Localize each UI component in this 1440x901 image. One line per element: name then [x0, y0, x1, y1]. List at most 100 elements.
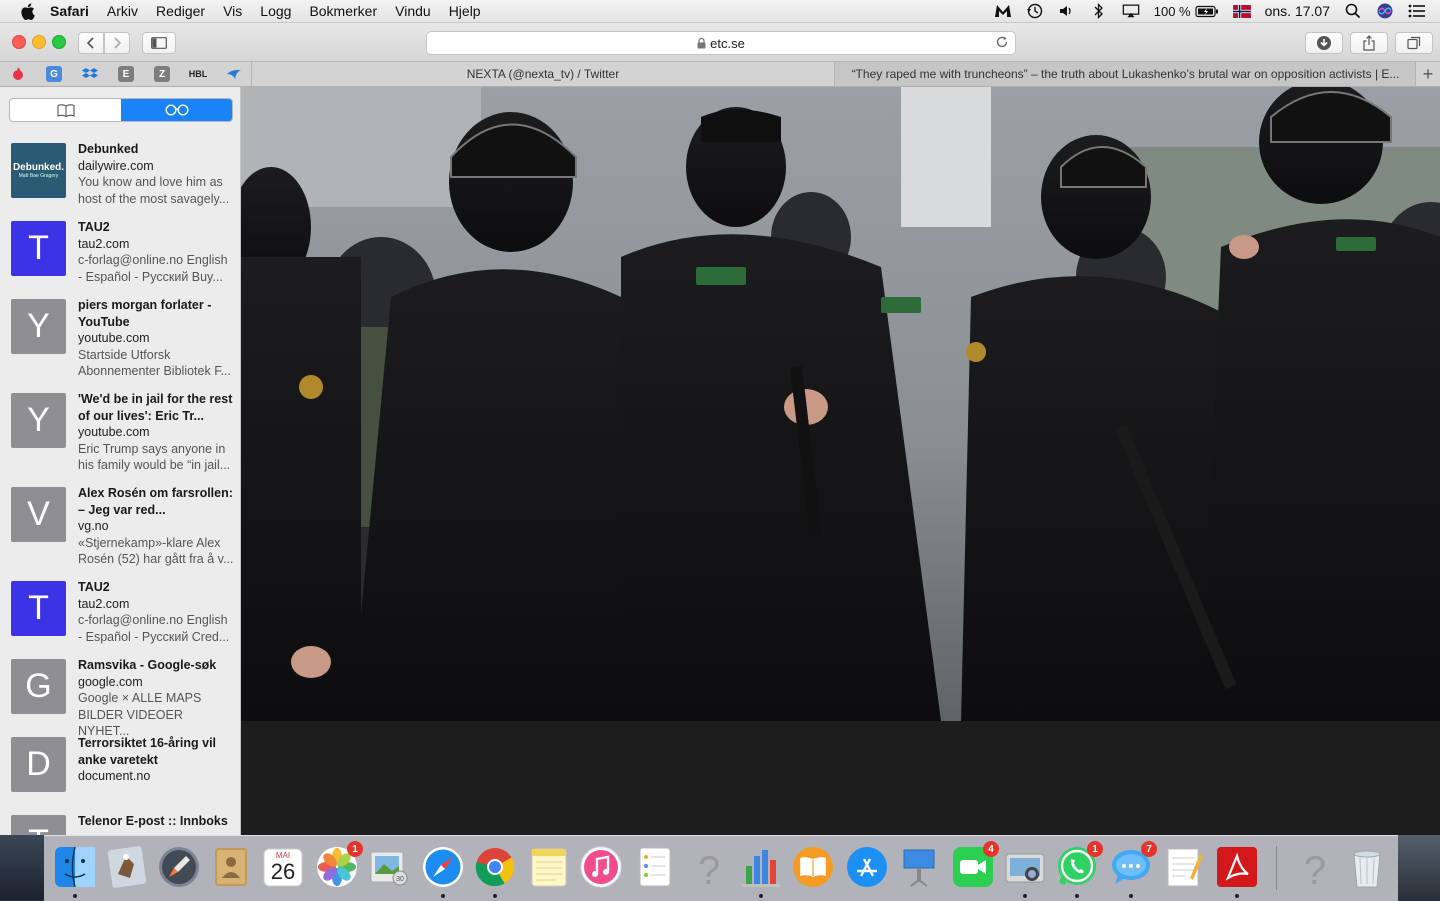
- messages-icon[interactable]: 7: [1108, 841, 1157, 890]
- tab-nexta-twitter[interactable]: NEXTA (@nexta_tv) / Twitter: [251, 62, 834, 86]
- bluetooth-icon[interactable]: [1090, 3, 1108, 19]
- tab-overview-button[interactable]: [1395, 32, 1433, 54]
- item-domain: youtube.com: [78, 425, 150, 439]
- menu-app-name[interactable]: Safari: [50, 3, 89, 19]
- calendar-icon[interactable]: MAI 26: [260, 844, 306, 890]
- facetime-icon[interactable]: 4: [950, 841, 999, 890]
- keynote-icon[interactable]: [896, 844, 942, 890]
- unknown-app-icon[interactable]: ?: [686, 844, 732, 893]
- preview-eagle-icon[interactable]: [104, 844, 150, 890]
- textedit-icon[interactable]: [1160, 844, 1206, 890]
- malwarebytes-icon[interactable]: [994, 3, 1012, 19]
- finder-icon[interactable]: [52, 844, 98, 890]
- menu-rediger[interactable]: Rediger: [156, 3, 205, 19]
- reading-list-tab[interactable]: [121, 99, 232, 121]
- downloads-button[interactable]: [1305, 32, 1343, 54]
- back-button[interactable]: [78, 32, 104, 54]
- reading-list-item[interactable]: V Alex Rosén om farsrollen: – Jeg var re…: [0, 483, 240, 577]
- running-indicator: [759, 894, 763, 898]
- running-indicator: [493, 894, 497, 898]
- ibooks-icon[interactable]: [790, 844, 836, 890]
- reading-list-item[interactable]: Y piers morgan forlater - YouTube youtub…: [0, 295, 240, 389]
- norway-flag-icon[interactable]: [1232, 3, 1251, 19]
- fullscreen-window-button[interactable]: [52, 35, 66, 49]
- reading-list-item[interactable]: T Telenor E-post :: Innboks: [0, 811, 240, 835]
- notes-icon[interactable]: [526, 844, 572, 890]
- photos-icon[interactable]: 1: [314, 841, 363, 890]
- favorite-translate-icon[interactable]: G: [46, 66, 62, 82]
- address-text: etc.se: [710, 35, 745, 51]
- new-tab-button[interactable]: +: [1415, 62, 1440, 86]
- item-thumbnail: T: [11, 815, 66, 835]
- running-indicator: [73, 894, 77, 898]
- dock: MAI 26 1 30 ? 4 1 7 ?: [44, 835, 1398, 901]
- reading-list-item[interactable]: D Terrorsiktet 16-åring vil anke varetek…: [0, 733, 240, 811]
- photo-caption-shade: [241, 721, 1440, 835]
- item-title: Telenor E-post :: Innboks: [78, 814, 228, 828]
- time-machine-icon[interactable]: [1026, 3, 1044, 19]
- reading-list-item[interactable]: T TAU2 tau2.com c-forlag@online.no Engli…: [0, 217, 240, 295]
- app-store-icon[interactable]: [844, 844, 890, 890]
- menu-vindu[interactable]: Vindu: [395, 3, 431, 19]
- favorite-bird-icon[interactable]: [226, 66, 242, 82]
- share-button[interactable]: [1350, 32, 1388, 54]
- forward-button[interactable]: [104, 32, 130, 54]
- chrome-icon[interactable]: [472, 844, 518, 890]
- safari-icon[interactable]: [420, 844, 466, 890]
- reminders-icon[interactable]: [632, 844, 678, 890]
- menu-arkiv[interactable]: Arkiv: [107, 3, 138, 19]
- item-description: c-forlag@online.no English - Español - Р…: [78, 613, 230, 644]
- address-bar[interactable]: etc.se: [426, 31, 1016, 55]
- tab-label: NEXTA (@nexta_tv) / Twitter: [466, 67, 620, 81]
- launchpad-icon[interactable]: [156, 844, 202, 890]
- minimize-window-button[interactable]: [32, 35, 46, 49]
- reading-list-item[interactable]: G Ramsvika - Google-søk google.com Googl…: [0, 655, 240, 738]
- numbers-icon[interactable]: [738, 844, 784, 890]
- item-title: Terrorsiktet 16-åring vil anke varetekt: [78, 736, 217, 767]
- acrobat-icon[interactable]: [1214, 844, 1260, 890]
- bookmarks-tab[interactable]: [10, 99, 121, 121]
- facetime-badge: 4: [983, 841, 999, 857]
- whatsapp-icon[interactable]: 1: [1054, 841, 1103, 890]
- airplay-icon[interactable]: [1122, 3, 1140, 19]
- menu-clock[interactable]: ons. 17.07: [1265, 3, 1330, 19]
- close-window-button[interactable]: [12, 35, 26, 49]
- favorite-flame-icon[interactable]: [10, 66, 26, 82]
- lock-icon: [697, 37, 706, 49]
- itunes-icon[interactable]: [578, 844, 624, 890]
- trash-icon[interactable]: [1344, 844, 1390, 890]
- menu-bokmerker[interactable]: Bokmerker: [309, 3, 377, 19]
- sidebar-toggle-button[interactable]: [142, 32, 176, 54]
- spotlight-search-icon[interactable]: [1344, 3, 1362, 19]
- preview-icon[interactable]: 30: [366, 844, 412, 890]
- menu-logg[interactable]: Logg: [260, 3, 291, 19]
- menu-vis[interactable]: Vis: [223, 3, 242, 19]
- tab-etc-article[interactable]: “They raped me with truncheons” – the tr…: [834, 62, 1416, 86]
- unknown-app-icon-2[interactable]: ?: [1292, 844, 1338, 893]
- item-thumbnail: Y: [11, 299, 66, 354]
- image-capture-icon[interactable]: [1002, 844, 1048, 890]
- menu-bar: Safari Arkiv Rediger Vis Logg Bokmerker …: [0, 0, 1440, 23]
- favorite-hbl-icon[interactable]: HBL: [187, 66, 209, 82]
- item-thumbnail: D: [11, 737, 66, 792]
- apple-menu-icon[interactable]: [18, 2, 36, 20]
- tab-label: “They raped me with truncheons” – the tr…: [851, 67, 1400, 81]
- notification-center-icon[interactable]: [1408, 3, 1426, 19]
- menu-hjelp[interactable]: Hjelp: [449, 3, 481, 19]
- reading-list-item[interactable]: Y 'We'd be in jail for the rest of our l…: [0, 389, 240, 483]
- reading-list-item[interactable]: Debunked. Matt Bae Gragery Debunked dail…: [0, 139, 240, 217]
- battery-icon[interactable]: [1195, 3, 1219, 19]
- running-indicator: [1129, 894, 1133, 898]
- favorite-z-icon[interactable]: Z: [154, 66, 170, 82]
- favorite-dropbox-icon[interactable]: [82, 66, 98, 82]
- reading-list-item[interactable]: T TAU2 tau2.com c-forlag@online.no Engli…: [0, 577, 240, 655]
- item-description: Eric Trump says anyone in his family wou…: [78, 441, 231, 473]
- reload-icon[interactable]: [995, 35, 1009, 52]
- favorite-e-icon[interactable]: E: [118, 66, 134, 82]
- volume-icon[interactable]: [1058, 3, 1076, 19]
- item-description: You know and love him as host of the mos…: [78, 175, 230, 206]
- web-content[interactable]: [241, 87, 1440, 835]
- item-title: TAU2: [78, 220, 110, 234]
- siri-icon[interactable]: [1376, 3, 1394, 19]
- contacts-icon[interactable]: [208, 844, 254, 890]
